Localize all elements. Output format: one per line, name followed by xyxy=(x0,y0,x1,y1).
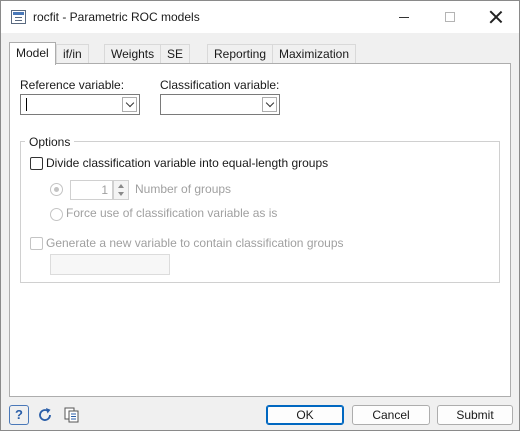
reset-button[interactable] xyxy=(35,405,55,425)
classification-variable-dropdown-button[interactable] xyxy=(262,97,277,112)
reference-variable-combo[interactable] xyxy=(20,94,140,115)
text-cursor xyxy=(26,98,27,111)
options-group-title: Options xyxy=(25,135,75,149)
copy-command-button[interactable] xyxy=(62,405,82,425)
classification-variable-combo[interactable] xyxy=(160,94,280,115)
maximize-icon xyxy=(445,12,455,22)
title-bar[interactable]: rocfit - Parametric ROC models xyxy=(1,1,519,33)
number-of-groups-spinner xyxy=(113,180,129,200)
force-use-radio xyxy=(50,208,63,221)
help-icon: ? xyxy=(15,407,23,422)
close-button[interactable] xyxy=(473,1,519,33)
submit-button[interactable]: Submit xyxy=(437,405,513,425)
window-title: rocfit - Parametric ROC models xyxy=(33,10,200,24)
divide-groups-label[interactable]: Divide classification variable into equa… xyxy=(46,156,328,170)
tab-model[interactable]: Model xyxy=(9,42,56,65)
number-of-groups-input: 1 xyxy=(70,180,113,200)
dialog-app-icon xyxy=(11,10,26,24)
reference-variable-dropdown-button[interactable] xyxy=(122,97,137,112)
help-button[interactable]: ? xyxy=(9,405,29,425)
generate-variable-input xyxy=(50,254,170,275)
number-of-groups-radio xyxy=(50,183,63,196)
minimize-icon xyxy=(399,16,409,18)
dialog-window: rocfit - Parametric ROC models Model if/… xyxy=(0,0,520,431)
close-icon xyxy=(490,11,502,23)
chevron-down-icon xyxy=(265,98,274,107)
generate-variable-label: Generate a new variable to contain class… xyxy=(46,236,344,250)
tab-reporting[interactable]: Reporting xyxy=(207,44,274,64)
divide-groups-checkbox[interactable] xyxy=(30,157,43,170)
generate-variable-checkbox xyxy=(30,237,43,250)
maximize-button xyxy=(427,1,473,33)
reference-variable-label: Reference variable: xyxy=(20,78,125,92)
chevron-down-icon xyxy=(125,98,134,107)
cancel-button[interactable]: Cancel xyxy=(352,405,430,425)
tab-maximization[interactable]: Maximization xyxy=(272,44,357,64)
number-of-groups-label: Number of groups xyxy=(135,182,232,196)
ok-button[interactable]: OK xyxy=(266,405,344,425)
tab-if-in[interactable]: if/in xyxy=(56,44,89,64)
spin-down-icon xyxy=(118,192,124,196)
tab-se[interactable]: SE xyxy=(160,44,191,64)
reset-icon xyxy=(39,408,51,421)
tab-weights[interactable]: Weights xyxy=(104,44,162,64)
copy-icon xyxy=(64,407,79,423)
force-use-label: Force use of classification variable as … xyxy=(66,206,278,220)
minimize-button[interactable] xyxy=(381,1,427,33)
spin-up-icon xyxy=(118,184,124,188)
classification-variable-label: Classification variable: xyxy=(160,78,280,92)
